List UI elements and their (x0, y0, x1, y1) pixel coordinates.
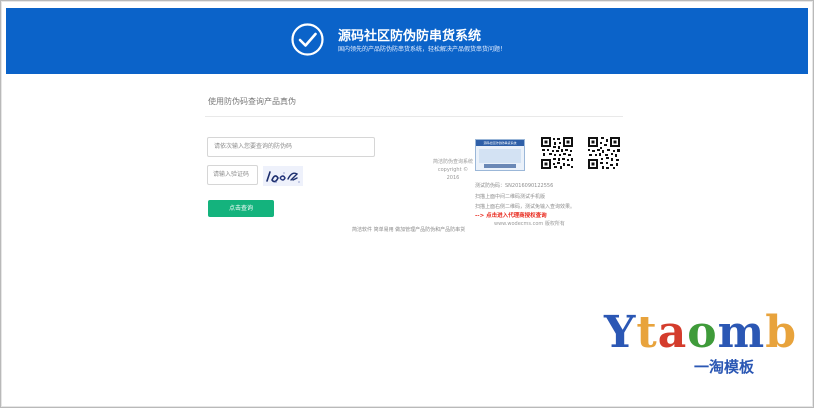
query-section-title: 使用防伪码查询产品真伪 (208, 97, 296, 106)
watermark-letter: b (765, 307, 797, 358)
system-subtitle: 国内领先的产品防伪防串货系统，轻松解决产品假货串货问题！ (338, 46, 507, 53)
query-button[interactable]: 点击查询 (208, 200, 274, 217)
agent-authorization-link[interactable]: --> 点击进入代理商授权查询 (475, 211, 547, 219)
header-banner: 源码社区防伪防串货系统 国内领先的产品防伪防串货系统，轻松解决产品假货串货问题！ (6, 8, 808, 74)
watermark-letter: m (717, 307, 766, 358)
qr-code-icon (540, 136, 574, 170)
watermark-letter: t (636, 307, 658, 358)
system-title: 源码社区防伪防串货系统 (338, 29, 482, 44)
watermark-logo: Ytaomb (604, 309, 797, 357)
copyright-text: www.wodecms.com 版权所有 (494, 221, 565, 227)
watermark-letter: o (687, 307, 718, 358)
sample-label-image: 源码社区防伪防串货系统 (475, 139, 525, 171)
check-circle-icon (291, 23, 324, 56)
qr-code-icon (587, 136, 621, 170)
feature-note: 简洁软件 简单易用 做加管理产品防伪和产品防串货 (352, 227, 466, 233)
anti-fake-code-input[interactable]: 请依次输入您要查询的防伪码 (207, 137, 375, 157)
section-divider (205, 116, 623, 117)
watermark-letter: Y (604, 307, 637, 358)
mobile-test-info: 扫描上面中间二维码测试手机版 (475, 194, 546, 200)
watermark-subtitle: 一淘模板 (694, 358, 755, 376)
scan-test-info: 扫描上面右侧二维码，测试免输入查询效果。 (475, 204, 576, 210)
page-frame: 源码社区防伪防串货系统 国内领先的产品防伪防串货系统，轻松解决产品假货串货问题！… (0, 0, 814, 408)
copyright-side-note: 简洁防伪查询系统 copyright © 2016 (433, 159, 474, 181)
watermark-letter: a (657, 307, 688, 358)
captcha-image[interactable] (263, 166, 303, 186)
test-code-info: 测试防伪码：SN2016090122556 (475, 183, 554, 189)
sample-label-header: 源码社区防伪防串货系统 (476, 140, 524, 146)
captcha-input[interactable]: 请输入验证码 (207, 165, 258, 185)
